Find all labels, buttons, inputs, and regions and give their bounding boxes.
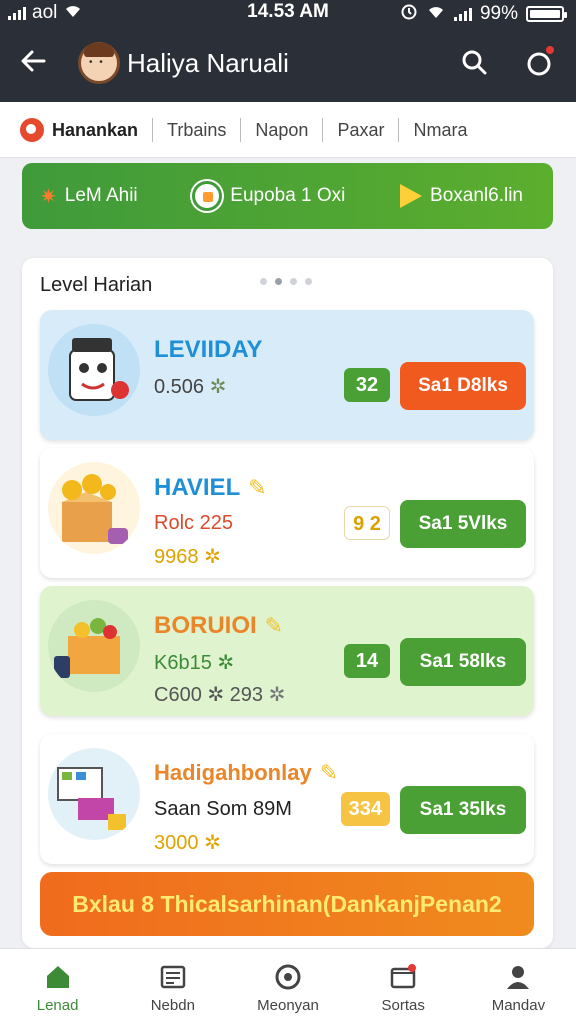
star-icon: ✲	[204, 832, 221, 854]
nav-label: Meonyan	[257, 997, 319, 1014]
card-name-text: BORUIOI	[154, 612, 257, 639]
page-title: Haliya Naruali	[127, 48, 289, 78]
card-line1-text: K6b15	[154, 652, 212, 674]
app-bar: Haliya Naruali	[0, 36, 576, 92]
battery-label: 99%	[479, 3, 518, 24]
card-line1: 0.506 ✲	[154, 374, 226, 399]
tab-home[interactable]: Hanankan	[0, 117, 152, 142]
nav-label: Nebdn	[150, 997, 195, 1014]
card-line1: Rolc 225	[154, 512, 233, 534]
pencil-icon: ✎	[319, 760, 339, 785]
card-line2: C600 ✲ 293 ✲	[154, 682, 285, 707]
sparkle-icon: ✷	[40, 185, 57, 208]
tab-2[interactable]: Trbains	[152, 117, 240, 142]
tab-label: Hanankan	[52, 119, 139, 140]
level-card[interactable]: HAVIEL ✎ Rolc 225 9968 ✲ 9 2 Sa1 5Vlks	[40, 448, 534, 578]
level-card[interactable]: BORUIOI ✎ K6b15 ✲ C600 ✲ 293 ✲ 14 Sa1 58l…	[40, 586, 534, 716]
card-line2-text: 3000	[154, 832, 199, 854]
panel-title: Level Harian	[40, 274, 153, 296]
star-icon: ✲	[268, 684, 286, 706]
card-line2: 9968 ✲	[154, 544, 221, 569]
pencil-icon: ✎	[248, 475, 267, 500]
notification-icon[interactable]	[524, 44, 556, 78]
level-badge: 14	[344, 644, 390, 678]
card-line2-text: 9968	[154, 546, 199, 568]
claim-button[interactable]: Sa1 58lks	[400, 638, 526, 686]
avatar[interactable]	[78, 42, 120, 84]
notification-dot	[544, 44, 556, 56]
nav-3[interactable]: Meonyan	[230, 949, 345, 1024]
cta-banner[interactable]: Bxlau 8 Thicalsarhinan(DankanjPenan2	[40, 872, 534, 936]
status-right: 99%	[400, 2, 567, 26]
robot-icon	[48, 324, 140, 416]
gift-basket-icon	[48, 600, 140, 692]
nav-5[interactable]: Mandav	[461, 949, 576, 1024]
promo-item-2-label: Eupoba 1 Oxi	[230, 185, 346, 206]
card-name: HAVIEL ✎	[154, 474, 267, 502]
promo-item-1[interactable]: ✷ LeM Ahii	[40, 184, 138, 209]
nav-label: Sortas	[381, 997, 425, 1014]
pencil-icon: ✎	[264, 613, 284, 638]
card-line2-text: C600 ✲ 293	[154, 684, 264, 706]
battery-icon	[526, 6, 567, 22]
level-badge: 9 2	[344, 506, 390, 540]
tab-5[interactable]: Nmara	[398, 117, 481, 142]
flag-icon	[400, 184, 423, 208]
star-icon: ✲	[204, 546, 221, 568]
home-icon	[44, 963, 72, 991]
search-circle-icon	[274, 963, 302, 991]
status-bar: aol 14.53 AM 99%	[0, 0, 576, 26]
wifi-icon-right	[426, 3, 446, 25]
search-icon[interactable]	[460, 48, 488, 76]
alarm-icon	[400, 2, 418, 26]
card-name: BORUIOI ✎	[154, 612, 283, 640]
card-name-text: Hadigahbonlay	[154, 760, 312, 785]
category-tabs: Hanankan Trbains Napon Paxar Nmara	[0, 102, 576, 158]
inbox-icon	[389, 963, 417, 991]
promo-item-3-label: Boxanl6.lin	[430, 185, 523, 206]
news-icon	[159, 963, 187, 991]
star-icon: ✲	[209, 376, 227, 398]
promo-banner: ✷ LeM Ahii Eupoba 1 Oxi Boxanl6.lin	[22, 163, 553, 229]
card-name: Hadigahbonlay ✎	[154, 760, 338, 786]
level-badge: 32	[344, 368, 390, 402]
nav-label: Lenad	[36, 997, 79, 1014]
signal-icon-right	[453, 7, 472, 21]
claim-button[interactable]: Sa1 D8lks	[400, 362, 526, 410]
promo-item-1-label: LeM Ahii	[64, 185, 138, 206]
tab-3[interactable]: Napon	[240, 117, 322, 142]
card-name-text: HAVIEL	[154, 474, 241, 501]
back-arrow-icon[interactable]	[18, 46, 50, 78]
claim-button[interactable]: Sa1 5Vlks	[400, 500, 526, 548]
card-name: LEVIIDAY	[154, 336, 263, 363]
star-icon: ✲	[217, 652, 235, 674]
claim-button[interactable]: Sa1 35lks	[400, 786, 526, 834]
level-card[interactable]: LEVIIDAY 0.506 ✲ 32 Sa1 D8lks	[40, 310, 534, 440]
pager-dots	[260, 278, 312, 285]
card-line2: 3000 ✲	[154, 830, 221, 855]
promo-item-2[interactable]: Eupoba 1 Oxi	[192, 181, 345, 211]
profile-icon	[504, 963, 532, 991]
card-line1-text: 0.506	[154, 376, 205, 398]
top-bar: aol 14.53 AM 99% Haliya Naruali	[0, 0, 576, 102]
gift-box-icon	[48, 462, 140, 554]
shopping-cart-icon	[48, 748, 140, 840]
card-line1: Saan Som 89M	[154, 798, 292, 820]
nav-home[interactable]: Lenad	[0, 949, 115, 1024]
promo-item-3[interactable]: Boxanl6.lin	[400, 184, 523, 208]
gift-icon	[192, 181, 223, 211]
bottom-nav: Lenad Nebdn Meonyan Sortas Mandav	[0, 948, 576, 1024]
card-line1: K6b15 ✲	[154, 650, 234, 675]
nav-4[interactable]: Sortas	[346, 949, 461, 1024]
tab-4[interactable]: Paxar	[322, 117, 398, 142]
nav-label: Mandav	[491, 997, 546, 1014]
level-card[interactable]: Hadigahbonlay ✎ Saan Som 89M 3000 ✲ 334 S…	[40, 734, 534, 864]
brand-logo-icon	[20, 117, 44, 142]
level-badge: 334	[340, 792, 390, 826]
level-panel: Level Harian LEVIIDAY 0.506 ✲ 32 Sa1 D8l…	[22, 258, 553, 948]
nav-2[interactable]: Nebdn	[115, 949, 230, 1024]
